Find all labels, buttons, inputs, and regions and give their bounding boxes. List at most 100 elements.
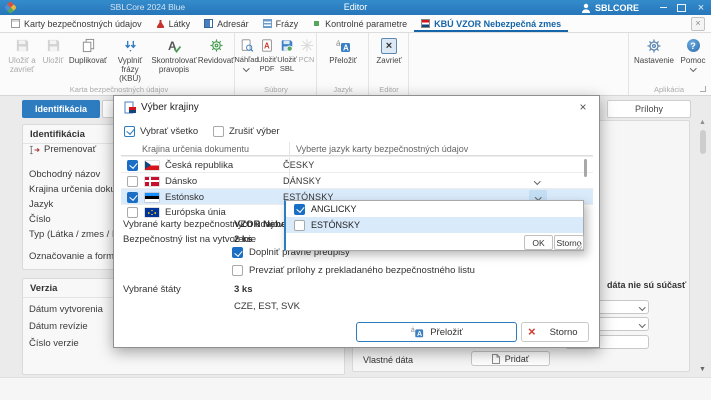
module-tabstrip: Karty bezpečnostných údajov Látky Adresá… — [0, 15, 711, 33]
flag-european-union-icon — [145, 208, 159, 217]
field-label: Číslo — [29, 214, 51, 225]
select-all-button[interactable]: Vybrať všetko — [124, 123, 198, 139]
account-label: SBLCORE — [595, 3, 639, 13]
ribbon-group-jazyk: áA Přeložiť Jazyk — [318, 33, 369, 95]
settings-button[interactable]: Nastavenie — [630, 33, 678, 65]
row-checkbox[interactable] — [127, 207, 138, 218]
svg-text:á: á — [411, 327, 415, 334]
spellcheck-button[interactable]: A Skontrolovať pravopis — [150, 33, 198, 74]
ribbon-group-aplikacia: Nastavenie ? Pomoc Aplikácia — [628, 33, 709, 95]
custom-data-label: Vlastné dáta — [363, 355, 413, 365]
section-tab-prilohy[interactable]: Prílohy — [607, 100, 691, 118]
dropdown-option-estonsky[interactable]: ESTÓNSKY — [286, 217, 583, 233]
close-editor-button[interactable]: × Zavrieť — [371, 33, 407, 65]
svg-text:A: A — [343, 43, 349, 52]
tab-close-icon[interactable]: × — [691, 17, 705, 31]
column-header-country: Krajina určenia dokumentu — [142, 144, 249, 154]
take-attachments-checkbox-row[interactable]: Prevziať prílohy z prekladaného bezpečno… — [232, 265, 475, 276]
right-panel-heading-partial: dáta nie sú súčasť — [607, 280, 686, 290]
rename-icon — [29, 145, 40, 155]
duplicate-icon — [81, 37, 96, 54]
ribbon-group-subory: Náhľad A Uložiť PDF Uložiť SBL — [236, 33, 317, 95]
scrollbar-thumb[interactable] — [700, 130, 706, 154]
tab-kontrolne-parametre[interactable]: Kontrolné parametre — [305, 15, 414, 32]
clear-selection-icon — [213, 126, 224, 137]
save-and-close-button: Uložiť a zavrieť — [4, 33, 40, 74]
dialog-close-icon[interactable]: × — [576, 100, 590, 114]
help-dropdown-chevron-icon — [690, 65, 696, 71]
minimize-button[interactable] — [655, 0, 671, 15]
svg-text:A: A — [264, 42, 270, 51]
close-button[interactable]: × — [693, 0, 709, 15]
preview-button[interactable]: Náhľad — [236, 33, 257, 70]
translate-confirm-button[interactable]: áA Přeložiť — [356, 322, 517, 342]
table-row[interactable]: Dánsko DÁNSKY — [121, 172, 593, 189]
sheets-value: 2 ks — [234, 234, 253, 245]
address-book-icon — [204, 19, 213, 28]
table-row[interactable]: Česká republika ČESKY — [121, 156, 593, 173]
language-combo-chevron[interactable] — [528, 174, 546, 189]
help-button[interactable]: ? Pomoc — [678, 33, 708, 71]
states-label: Vybrané štáty — [123, 284, 181, 295]
tab-adresar[interactable]: Adresár — [197, 15, 256, 32]
add-legal-checkbox[interactable] — [232, 247, 243, 258]
tab-label: Frázy — [276, 19, 299, 29]
dropdown-ok-button[interactable]: OK — [524, 235, 553, 250]
save-icon — [46, 37, 61, 54]
tab-label: Adresár — [217, 19, 249, 29]
maximize-button[interactable] — [673, 0, 689, 15]
translate-button[interactable]: áA Přeložiť — [320, 33, 366, 65]
save-pdf-button[interactable]: A Uložiť PDF — [257, 33, 277, 73]
row-checkbox[interactable] — [127, 192, 138, 203]
group-expander-icon[interactable] — [700, 86, 706, 92]
tab-label: KBÚ VZOR Nebezpečná zmes — [434, 19, 561, 29]
revise-button[interactable]: Revidovať — [198, 33, 234, 65]
tab-kbu-vzor-nebezpecna-zmes[interactable]: KBÚ VZOR Nebezpečná zmes — [414, 15, 568, 32]
preview-dropdown-chevron-icon — [243, 65, 249, 71]
tab-karty-bezpecnostnych-udajov[interactable]: Karty bezpečnostných údajov — [4, 15, 149, 32]
account-button[interactable]: SBLCORE — [581, 0, 639, 15]
translate-icon: áA — [335, 37, 351, 54]
field-label: Jazyk — [29, 199, 53, 210]
field-label: Dátum vytvorenia — [29, 304, 103, 315]
dialog-country-icon — [123, 101, 137, 115]
pcn-icon — [300, 37, 314, 54]
field-label: Dátum revízie — [29, 321, 88, 332]
save-sbl-button[interactable]: Uložiť SBL — [277, 33, 297, 73]
scrollbar-up-arrow[interactable]: ▲ — [699, 119, 706, 126]
tab-frazy[interactable]: Frázy — [256, 15, 306, 32]
take-attachments-checkbox[interactable] — [232, 265, 243, 276]
add-custom-data-button[interactable]: Pridať — [471, 351, 550, 366]
ribbon: Uložiť a zavrieť Uložiť Duplikovať — [0, 33, 711, 96]
field-label: Označovanie a formát — [29, 251, 122, 262]
section-tab-identifikacia[interactable]: Identifikácia — [22, 100, 100, 118]
table-scrollbar-thumb[interactable] — [584, 159, 587, 177]
select-all-icon — [124, 126, 135, 137]
clear-selection-button[interactable]: Zrušiť výber — [213, 123, 280, 139]
control-parameters-icon — [312, 19, 321, 28]
tab-latky[interactable]: Látky — [149, 15, 198, 32]
cancel-button[interactable]: × Storno — [521, 322, 589, 342]
flag-czech-republic-icon — [145, 161, 159, 170]
substances-flask-icon — [156, 19, 165, 28]
panel-collapse-arrow[interactable]: ▼ — [699, 366, 706, 373]
resize-grip[interactable] — [576, 243, 582, 249]
status-bar — [0, 377, 711, 400]
dialog-title: Výber krajiny — [141, 102, 199, 113]
kbu-document-icon — [421, 19, 430, 28]
revise-gear-icon — [209, 37, 224, 54]
rename-button[interactable]: Premenovať — [29, 144, 96, 155]
dropdown-option-anglicky[interactable]: ANGLICKY — [286, 201, 583, 217]
row-checkbox[interactable] — [127, 160, 138, 171]
field-label: Obchodný názov — [29, 169, 100, 180]
option-checkbox[interactable] — [294, 220, 305, 231]
title-bar: SBLCore 2024 Blue Editor SBLCORE × — [0, 0, 711, 15]
tab-label: Látky — [169, 19, 191, 29]
field-label: Číslo verzie — [29, 338, 79, 349]
ribbon-group-label: Karta bezpečnostných údajov — [4, 85, 234, 94]
fill-phrases-button[interactable]: Vyplniť frázy (KBÚ) — [110, 33, 150, 83]
option-checkbox[interactable] — [294, 204, 305, 215]
sds-card-icon — [11, 19, 20, 28]
duplicate-button[interactable]: Duplikovať — [66, 33, 110, 65]
row-checkbox[interactable] — [127, 176, 138, 187]
